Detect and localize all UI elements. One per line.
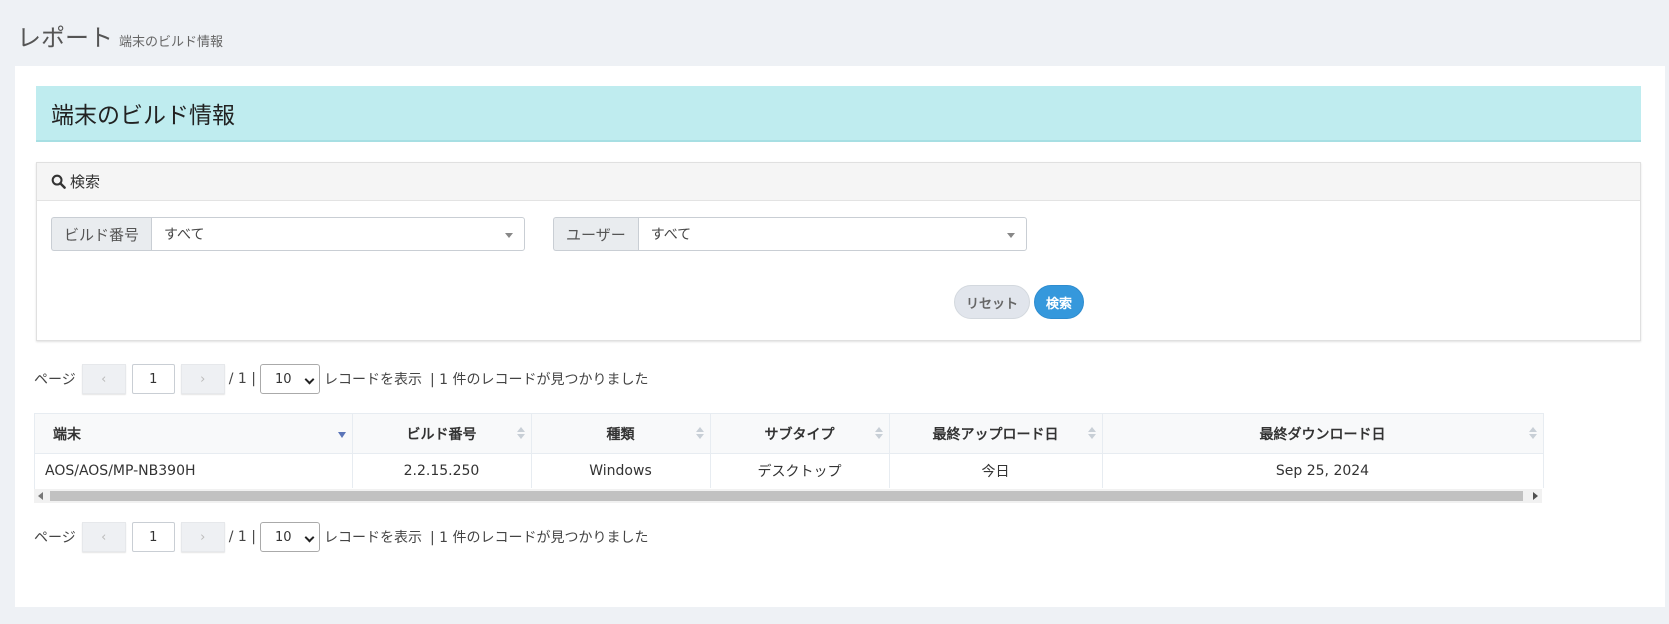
column-header-last-download[interactable]: 最終ダウンロード日: [1102, 413, 1544, 454]
next-page-button[interactable]: ›: [180, 522, 225, 552]
cell-last-download: Sep 25, 2024: [1102, 453, 1544, 488]
page-number-input[interactable]: 1: [131, 364, 175, 394]
user-filter: ユーザー すべて: [553, 217, 1027, 251]
cell-device: AOS/AOS/MP-NB390H: [35, 453, 353, 488]
page-size-select[interactable]: 10: [259, 522, 320, 552]
sort-icon: [1528, 427, 1537, 441]
column-header-last-upload[interactable]: 最終アップロード日: [889, 413, 1103, 454]
horizontal-scrollbar[interactable]: [34, 489, 1542, 503]
search-heading: 検索: [70, 173, 101, 191]
page-number-input[interactable]: 1: [131, 522, 175, 552]
report-title: 端末のビルド情報: [51, 103, 235, 129]
page-size-value: 10: [274, 529, 292, 545]
page-size-value: 10: [274, 371, 292, 387]
build-number-value: すべて: [164, 227, 205, 243]
sort-icon: [695, 427, 704, 441]
page-total: / 1 |: [228, 371, 256, 387]
user-value: すべて: [650, 227, 692, 243]
show-records-label: レコードを表示: [323, 530, 422, 546]
chevron-down-icon: [304, 374, 315, 385]
build-number-select[interactable]: すべて: [151, 217, 525, 251]
pager-bottom: ページ ‹ 1 › / 1 | 10 レコードを表示 | 1 件のレコードが見つ…: [34, 522, 649, 552]
records-found: | 1 件のレコードが見つかりました: [429, 530, 649, 546]
column-header-build-number[interactable]: ビルド番号: [352, 413, 532, 454]
table-header-row: 端末 ビルド番号 種類 サブタイプ 最終アップロード日 最終ダウンロード日: [35, 413, 1544, 454]
scroll-right-icon[interactable]: [1533, 492, 1538, 500]
page-label: ページ: [34, 372, 76, 388]
pager-top: ページ ‹ 1 › / 1 | 10 レコードを表示 | 1 件のレコードが見つ…: [34, 364, 649, 394]
column-header-subtype[interactable]: サブタイプ: [710, 413, 890, 454]
user-select[interactable]: すべて: [637, 217, 1027, 251]
next-page-button[interactable]: ›: [180, 364, 225, 394]
sort-icon: [516, 427, 525, 441]
scroll-left-icon[interactable]: [38, 492, 43, 500]
sort-desc-icon: [337, 432, 346, 438]
sort-icon: [874, 427, 883, 441]
cell-type: Windows: [531, 453, 711, 488]
caret-down-icon: [505, 233, 513, 238]
show-records-label: レコードを表示: [323, 372, 422, 388]
page-label: ページ: [34, 530, 76, 546]
column-header-device[interactable]: 端末: [35, 413, 353, 454]
search-panel-header[interactable]: 検索: [37, 163, 1640, 201]
caret-down-icon: [1007, 233, 1015, 238]
build-number-filter: ビルド番号 すべて: [51, 217, 525, 251]
page-total: / 1 |: [228, 529, 256, 545]
reset-button[interactable]: リセット: [954, 285, 1030, 319]
prev-page-button[interactable]: ‹: [81, 522, 126, 552]
cell-last-upload: 今日: [889, 453, 1103, 488]
sort-icon: [1087, 427, 1096, 441]
report-banner: 端末のビルド情報: [36, 86, 1641, 142]
search-panel: 検索 ビルド番号 すべて ユーザー すべて リセット 検索: [36, 162, 1641, 341]
page-header: レポート 端末のビルド情報: [17, 18, 223, 53]
search-button[interactable]: 検索: [1034, 285, 1084, 319]
scrollbar-thumb[interactable]: [50, 491, 1523, 501]
prev-page-button[interactable]: ‹: [81, 364, 126, 394]
search-icon: [51, 174, 66, 189]
table-row[interactable]: AOS/AOS/MP-NB390H 2.2.15.250 Windows デスク…: [35, 453, 1544, 488]
page-title: レポート: [17, 24, 113, 52]
build-number-label: ビルド番号: [51, 217, 152, 251]
cell-build-number: 2.2.15.250: [352, 453, 532, 488]
user-label: ユーザー: [553, 217, 638, 251]
records-found: | 1 件のレコードが見つかりました: [429, 372, 649, 388]
cell-subtype: デスクトップ: [710, 453, 890, 488]
page-size-select[interactable]: 10: [259, 364, 320, 394]
column-header-type[interactable]: 種類: [531, 413, 711, 454]
chevron-down-icon: [304, 532, 315, 543]
page-subtitle: 端末のビルド情報: [119, 35, 224, 50]
